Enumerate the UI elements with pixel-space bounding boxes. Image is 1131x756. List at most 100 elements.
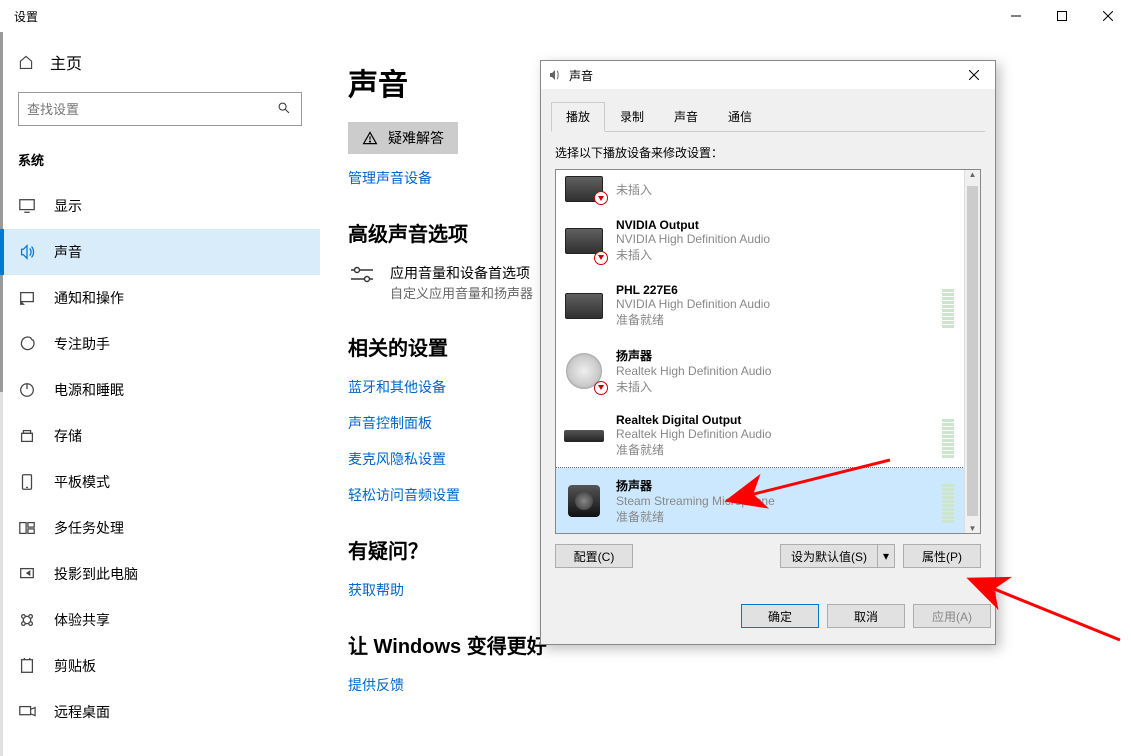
device-status: 准备就绪 (616, 508, 932, 525)
ok-button[interactable]: 确定 (741, 604, 819, 628)
troubleshoot-button[interactable]: 疑难解答 (348, 122, 458, 154)
nav-label: 平板模式 (54, 472, 110, 492)
nav-label: 声音 (54, 242, 82, 262)
configure-button[interactable]: 配置(C) (555, 544, 633, 568)
dialog-titlebar: 声音 (541, 61, 995, 89)
device-item-0[interactable]: 未插入 (556, 170, 964, 208)
nav-item-3[interactable]: 专注助手 (0, 321, 320, 367)
nav-icon (18, 473, 36, 491)
dialog-tab-1[interactable]: 录制 (605, 102, 659, 132)
maximize-button[interactable] (1039, 0, 1085, 32)
nav-item-5[interactable]: 存储 (0, 413, 320, 459)
device-sub: Steam Streaming Microphone (616, 494, 932, 508)
device-name: Realtek Digital Output (616, 413, 932, 427)
section-label: 系统 (0, 144, 320, 183)
device-item-3[interactable]: 扬声器Realtek High Definition Audio未插入 (556, 338, 964, 403)
dialog-tab-3[interactable]: 通信 (713, 102, 767, 132)
dialog-close-button[interactable] (959, 65, 989, 85)
device-thumb-icon (562, 219, 606, 263)
nav-item-0[interactable]: 显示 (0, 183, 320, 229)
device-list: 未插入NVIDIA OutputNVIDIA High Definition A… (555, 169, 981, 534)
search-icon (277, 101, 293, 117)
nav-icon (18, 611, 36, 629)
troubleshoot-label: 疑难解答 (388, 128, 444, 148)
device-item-4[interactable]: Realtek Digital OutputRealtek High Defin… (556, 403, 964, 468)
properties-button[interactable]: 属性(P) (903, 544, 981, 568)
nav-icon (18, 427, 36, 445)
dialog-description: 选择以下播放设备来修改设置： (555, 144, 981, 161)
nav-item-8[interactable]: 投影到此电脑 (0, 551, 320, 597)
app-volume-title: 应用音量和设备首选项 (390, 263, 533, 283)
device-status: 准备就绪 (616, 441, 932, 458)
nav-item-10[interactable]: 剪贴板 (0, 643, 320, 689)
nav-item-2[interactable]: 通知和操作 (0, 275, 320, 321)
nav-label: 专注助手 (54, 334, 110, 354)
device-item-1[interactable]: NVIDIA OutputNVIDIA High Definition Audi… (556, 208, 964, 273)
nav-label: 存储 (54, 426, 82, 446)
feedback-link[interactable]: 提供反馈 (348, 675, 1091, 695)
nav-icon (18, 565, 36, 583)
nav-icon (18, 703, 36, 721)
nav-label: 体验共享 (54, 610, 110, 630)
dialog-tab-0[interactable]: 播放 (551, 102, 605, 132)
device-thumb-icon (562, 479, 606, 523)
home-button[interactable]: 主页 (0, 42, 320, 82)
nav-icon (18, 657, 36, 675)
unplugged-badge-icon (594, 191, 608, 205)
device-name: NVIDIA Output (616, 218, 958, 232)
volume-level-meter (942, 414, 954, 458)
nav-item-11[interactable]: 远程桌面 (0, 689, 320, 735)
device-thumb-icon (562, 175, 606, 203)
device-status: 未插入 (616, 378, 958, 395)
dialog-tabs: 播放录制声音通信 (551, 95, 985, 132)
nav-item-7[interactable]: 多任务处理 (0, 505, 320, 551)
nav-icon (18, 381, 36, 399)
device-thumb-icon (562, 284, 606, 328)
sidebar: 主页 系统 显示声音通知和操作专注助手电源和睡眠存储平板模式多任务处理投影到此电… (0, 32, 320, 756)
sliders-icon (348, 265, 376, 285)
device-thumb-icon (562, 414, 606, 458)
window-titlebar: 设置 (0, 0, 1131, 32)
device-sub: NVIDIA High Definition Audio (616, 232, 958, 246)
nav-item-6[interactable]: 平板模式 (0, 459, 320, 505)
device-item-2[interactable]: PHL 227E6NVIDIA High Definition Audio准备就… (556, 273, 964, 338)
set-default-button[interactable]: 设为默认值(S) ▾ (780, 544, 895, 568)
nav-label: 远程桌面 (54, 702, 110, 722)
nav-label: 电源和睡眠 (54, 380, 124, 400)
dropdown-arrow-icon[interactable]: ▾ (877, 544, 895, 568)
unplugged-badge-icon (594, 381, 608, 395)
app-volume-sub: 自定义应用音量和扬声器 (390, 283, 533, 302)
nav-item-1[interactable]: 声音 (0, 229, 320, 275)
sound-dialog: 声音 播放录制声音通信 选择以下播放设备来修改设置： 未插入NVIDIA Out… (540, 60, 996, 645)
search-box[interactable] (18, 92, 302, 126)
nav-label: 投影到此电脑 (54, 564, 138, 584)
device-sub: NVIDIA High Definition Audio (616, 297, 932, 311)
device-item-5[interactable]: 扬声器Steam Streaming Microphone准备就绪 (556, 468, 964, 533)
home-label: 主页 (50, 50, 82, 74)
apply-button[interactable]: 应用(A) (913, 604, 991, 628)
nav-label: 通知和操作 (54, 288, 124, 308)
unplugged-badge-icon (594, 251, 608, 265)
dialog-tab-2[interactable]: 声音 (659, 102, 713, 132)
nav-icon (18, 335, 36, 353)
device-status: 未插入 (616, 246, 958, 263)
minimize-button[interactable] (993, 0, 1039, 32)
search-input[interactable] (27, 102, 277, 117)
nav-item-9[interactable]: 体验共享 (0, 597, 320, 643)
dialog-title: 声音 (569, 67, 593, 84)
nav-label: 多任务处理 (54, 518, 124, 538)
device-status: 未插入 (616, 181, 958, 198)
nav-icon (18, 243, 36, 261)
device-name: 扬声器 (616, 347, 958, 364)
nav-item-4[interactable]: 电源和睡眠 (0, 367, 320, 413)
device-sub: Realtek High Definition Audio (616, 427, 932, 441)
nav-icon (18, 519, 36, 537)
nav-icon (18, 197, 36, 215)
scroll-up-icon: ▲ (965, 170, 980, 179)
cancel-button[interactable]: 取消 (827, 604, 905, 628)
volume-level-meter (942, 284, 954, 328)
device-list-scrollbar[interactable]: ▲ ▼ (964, 170, 980, 533)
close-button[interactable] (1085, 0, 1131, 32)
nav-label: 剪贴板 (54, 656, 96, 676)
home-icon (18, 54, 34, 70)
